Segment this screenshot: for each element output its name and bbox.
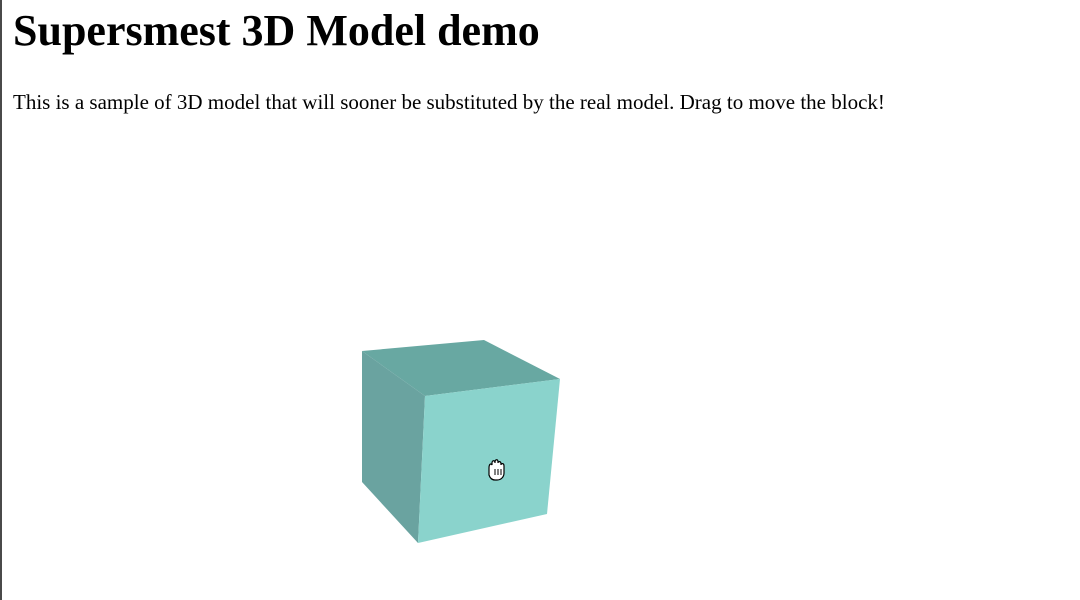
cube-front-face[interactable] [418,379,560,543]
3d-model-viewport[interactable] [0,150,1080,600]
page-title: Supersmest 3D Model demo [13,6,540,55]
3d-model-canvas[interactable] [0,150,1080,600]
3d-cube-block[interactable] [362,340,560,543]
page-description: This is a sample of 3D model that will s… [13,90,885,114]
